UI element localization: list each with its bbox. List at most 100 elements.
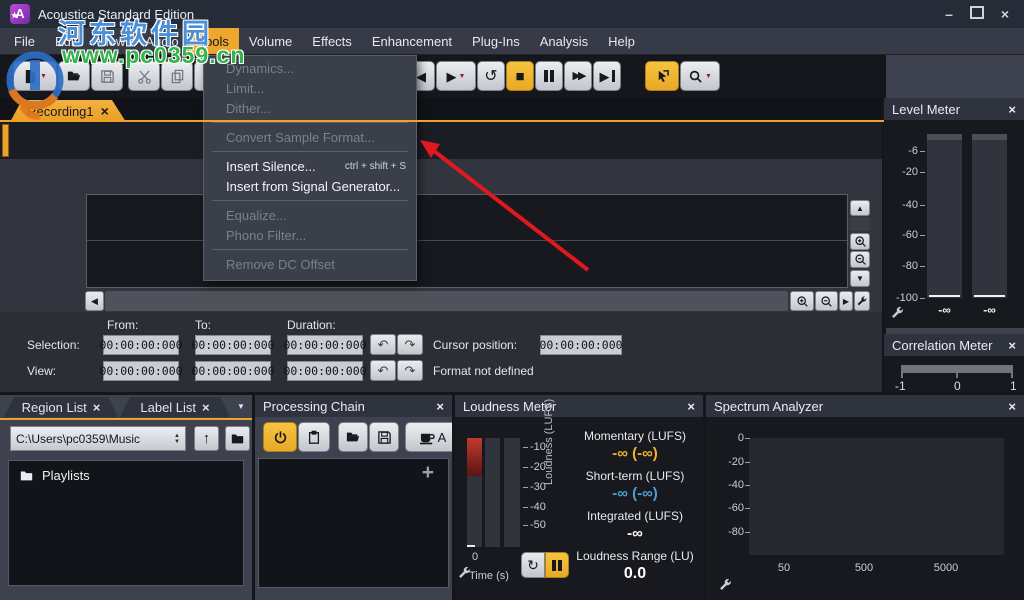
menu-item-phono-filter[interactable]: Phono Filter...: [204, 225, 416, 245]
list-item[interactable]: Playlists: [9, 461, 243, 490]
selection-redo-button[interactable]: ↷: [397, 334, 423, 355]
cut-button[interactable]: [128, 61, 160, 91]
integrated-label: Integrated (LUFS): [560, 509, 710, 523]
menu-tools[interactable]: Tools: [189, 28, 239, 54]
overview-position-marker[interactable]: [2, 124, 9, 157]
close-button[interactable]: ×: [996, 6, 1014, 22]
file-list[interactable]: Playlists: [8, 460, 244, 586]
tab-label-list[interactable]: Label List ×: [120, 397, 230, 417]
vertical-zoom-in-button[interactable]: [850, 233, 870, 250]
wrench-icon[interactable]: [890, 305, 905, 320]
scroll-up-button[interactable]: ▲: [850, 200, 870, 216]
open-file-button[interactable]: [58, 61, 90, 91]
level-meter-header[interactable]: Level Meter ×: [884, 98, 1024, 120]
close-icon[interactable]: ×: [1008, 399, 1016, 414]
chain-power-button[interactable]: [263, 422, 297, 452]
copy-button[interactable]: [161, 61, 193, 91]
processing-chain-header[interactable]: Processing Chain ×: [255, 395, 452, 417]
zoom-tool-button[interactable]: ▼: [680, 61, 720, 91]
menu-plugins[interactable]: Plug-Ins: [462, 28, 530, 54]
tab-close-icon[interactable]: ×: [202, 400, 210, 415]
folder-path-combobox[interactable]: C:\Users\pc0359\Music ▲▼: [10, 426, 186, 451]
menu-view[interactable]: View: [87, 28, 135, 54]
chain-open-button[interactable]: [338, 422, 368, 452]
tab-region-list[interactable]: Region List ×: [4, 397, 118, 417]
editor-settings-button[interactable]: [854, 291, 870, 311]
view-duration-field[interactable]: 00:00:00:000: [287, 361, 363, 381]
loudness-meter-header[interactable]: Loudness Meter ×: [455, 395, 703, 417]
document-tab-recording1[interactable]: Recording1 ×: [10, 100, 126, 122]
selection-from-field[interactable]: 00:00:00:000: [103, 335, 179, 355]
chain-freeze-button[interactable]: A: [405, 422, 452, 452]
maximize-button[interactable]: [968, 6, 986, 22]
view-undo-button[interactable]: ↶: [370, 360, 396, 381]
save-button[interactable]: [91, 61, 123, 91]
menu-item-remove-dc-offset[interactable]: Remove DC Offset: [204, 254, 416, 274]
horizontal-zoom-out-button[interactable]: [815, 291, 838, 311]
selection-tool-button[interactable]: [645, 61, 679, 91]
add-effect-button[interactable]: +: [422, 461, 434, 485]
processing-chain-list[interactable]: +: [258, 458, 449, 588]
loudness-reset-button[interactable]: ↻: [521, 552, 545, 578]
waveform-overview[interactable]: [0, 122, 884, 160]
combo-spinner-icon[interactable]: ▲▼: [174, 433, 180, 445]
scroll-down-button[interactable]: ▼: [850, 270, 870, 287]
vertical-scrollbar-track[interactable]: [850, 217, 870, 231]
loop-button[interactable]: ↺: [477, 61, 505, 91]
minimize-button[interactable]: –: [940, 6, 958, 22]
view-from-field[interactable]: 00:00:00:000: [103, 361, 179, 381]
view-redo-button[interactable]: ↷: [397, 360, 423, 381]
menu-item-limit[interactable]: Limit...: [204, 78, 416, 98]
shortcut-hint: ctrl + shift + S: [345, 161, 406, 172]
menu-volume[interactable]: Volume: [239, 28, 302, 54]
follow-playback-button[interactable]: ▶: [839, 291, 853, 311]
menu-item-convert-sample-format[interactable]: Convert Sample Format...: [204, 127, 416, 147]
menu-audio[interactable]: Audio: [135, 28, 188, 54]
new-file-button[interactable]: ▼: [13, 61, 57, 91]
spectrum-analyzer-header[interactable]: Spectrum Analyzer ×: [706, 395, 1024, 417]
menu-analysis[interactable]: Analysis: [530, 28, 598, 54]
selection-duration-field[interactable]: 00:00:00:000: [287, 335, 363, 355]
scroll-left-button[interactable]: ◀: [85, 291, 104, 311]
menu-help[interactable]: Help: [598, 28, 645, 54]
chain-save-button[interactable]: [369, 422, 399, 452]
vertical-zoom-out-button[interactable]: [850, 251, 870, 268]
menu-item-insert-silence[interactable]: Insert Silence... ctrl + shift + S: [204, 156, 416, 176]
menu-file[interactable]: File: [4, 28, 45, 54]
correlation-meter-header[interactable]: Correlation Meter ×: [884, 334, 1024, 356]
selection-undo-button[interactable]: ↶: [370, 334, 396, 355]
menu-edit[interactable]: Edit: [45, 28, 87, 54]
fast-forward-button[interactable]: ▶▶: [564, 61, 592, 91]
menu-enhancement[interactable]: Enhancement: [362, 28, 462, 54]
level-meter-right-bar: [972, 134, 1007, 298]
tab-overflow-chevron-icon[interactable]: ▼: [237, 402, 245, 411]
wrench-icon[interactable]: [718, 577, 733, 592]
selection-to-field[interactable]: 00:00:00:000: [195, 335, 271, 355]
cursor-position-field[interactable]: 00:00:00:000: [540, 335, 622, 355]
close-icon[interactable]: ×: [1008, 102, 1016, 117]
horizontal-zoom-in-button[interactable]: [790, 291, 814, 311]
tab-label: Label List: [140, 400, 196, 415]
menu-item-dynamics[interactable]: Dynamics...: [204, 58, 416, 78]
pause-button[interactable]: [535, 61, 563, 91]
close-icon[interactable]: ×: [687, 399, 695, 414]
browse-folder-button[interactable]: [225, 426, 250, 451]
waveform-display[interactable]: [86, 194, 848, 288]
loudness-axis-label: Loudness (LUFS): [543, 399, 555, 485]
folder-up-button[interactable]: ↑: [194, 426, 219, 451]
tab-close-icon[interactable]: ×: [93, 400, 101, 415]
menu-effects[interactable]: Effects: [302, 28, 362, 54]
menu-item-insert-from-signal-generator[interactable]: Insert from Signal Generator...: [204, 176, 416, 196]
close-icon[interactable]: ×: [1008, 338, 1016, 353]
horizontal-scrollbar-track[interactable]: [105, 291, 788, 311]
menu-item-dither[interactable]: Dither...: [204, 98, 416, 118]
menu-item-equalize[interactable]: Equalize...: [204, 205, 416, 225]
play-button[interactable]: ▶▼: [436, 61, 476, 91]
lufs-tick: -40: [530, 501, 556, 513]
tab-close-icon[interactable]: ×: [101, 103, 109, 119]
view-to-field[interactable]: 00:00:00:000: [195, 361, 271, 381]
chain-paste-button[interactable]: [298, 422, 330, 452]
skip-to-end-button[interactable]: ▶: [593, 61, 621, 91]
stop-button[interactable]: ■: [506, 61, 534, 91]
close-icon[interactable]: ×: [436, 399, 444, 414]
